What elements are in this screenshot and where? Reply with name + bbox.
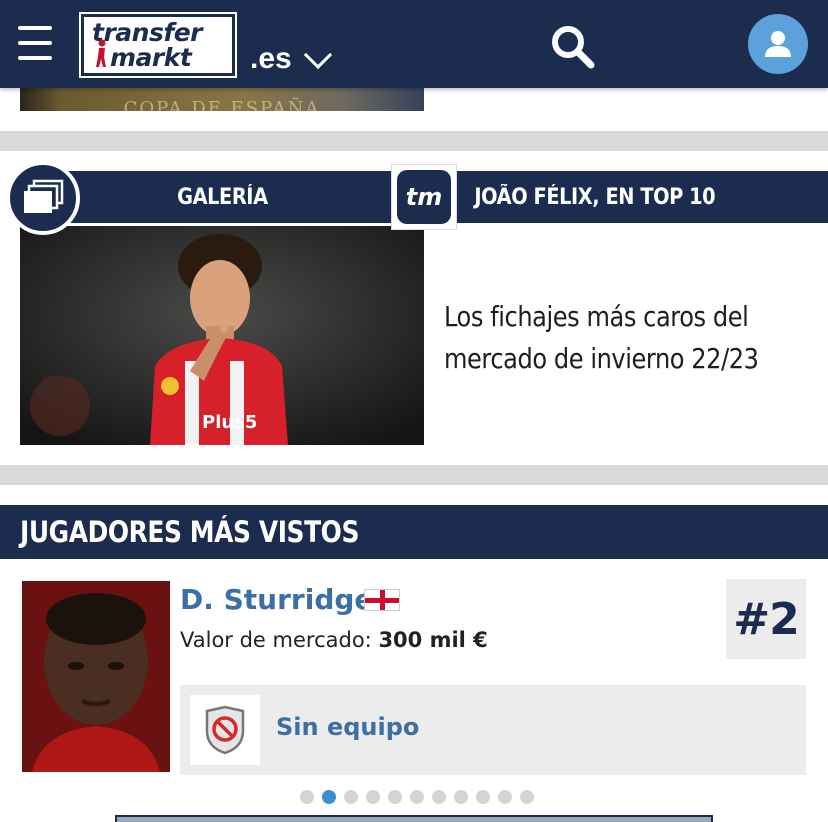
no-club-shield-icon: [205, 705, 245, 755]
no-club-crest-icon: [190, 695, 260, 765]
hamburger-menu-icon[interactable]: [18, 26, 54, 60]
carousel-pagination: [300, 790, 534, 804]
gallery-photo-joao-felix[interactable]: Plus5: [20, 226, 424, 445]
carousel-dot[interactable]: [454, 790, 468, 804]
carousel-dot[interactable]: [344, 790, 358, 804]
menu-bar: [18, 41, 52, 45]
logo-text-markt: markt: [92, 39, 232, 72]
transfermarkt-logo[interactable]: transfer markt: [79, 12, 237, 78]
most-viewed-section-header: JUGADORES MÁS VISTOS: [0, 505, 828, 559]
top-header: transfer markt .es: [0, 0, 828, 88]
carousel-dot[interactable]: [410, 790, 424, 804]
gallery-tag-banner[interactable]: JOÃO FÉLIX, EN TOP 10: [424, 171, 828, 223]
gallery-tag-label: JOÃO FÉLIX, EN TOP 10: [474, 184, 716, 210]
card-separator: [0, 465, 828, 485]
carousel-dot[interactable]: [520, 790, 534, 804]
carousel-dot[interactable]: [300, 790, 314, 804]
image-caption-text: COPA DE ESPAÑA: [123, 98, 321, 111]
logo-markt-word: markt: [110, 43, 192, 72]
player-photo-illustration: Plus5: [20, 226, 424, 445]
carousel-dot[interactable]: [432, 790, 446, 804]
gallery-category-banner[interactable]: GALERÍA: [20, 171, 424, 223]
gallery-stack-icon: [24, 179, 64, 213]
section-title: JUGADORES MÁS VISTOS: [20, 515, 359, 549]
club-name: Sin equipo: [276, 713, 420, 741]
player-portrait-illustration: [22, 581, 170, 772]
carousel-dot[interactable]: [322, 790, 336, 804]
user-icon: [765, 31, 791, 57]
england-flag-icon: [364, 589, 400, 611]
menu-bar: [18, 26, 52, 30]
market-value-label: Valor de mercado:: [180, 628, 372, 652]
shirt-sponsor-text: Plus5: [202, 412, 257, 433]
gallery-category-label: GALERÍA: [176, 184, 268, 210]
logo-text-transfer: transfer: [92, 18, 203, 47]
search-icon[interactable]: [548, 22, 596, 70]
menu-bar: [18, 56, 52, 60]
logo-player-figure-icon: [96, 39, 106, 67]
tm-badge-text: tm: [397, 170, 451, 224]
market-value: Valor de mercado: 300 mil €: [180, 628, 488, 652]
next-card-edge: [115, 815, 713, 822]
gallery-icon-badge: [6, 161, 80, 235]
player-club-link[interactable]: Sin equipo: [180, 685, 806, 775]
carousel-dot[interactable]: [388, 790, 402, 804]
player-rank-badge: #2: [726, 579, 806, 659]
gallery-headline-link[interactable]: Los fichajes más caros del mercado de in…: [444, 296, 762, 380]
carousel-dot[interactable]: [476, 790, 490, 804]
player-photo[interactable]: [22, 581, 170, 772]
domain-selector[interactable]: .es: [250, 40, 332, 76]
tm-badge: tm: [391, 164, 457, 230]
domain-label: .es: [250, 42, 292, 75]
carousel-dot[interactable]: [498, 790, 512, 804]
user-account-button[interactable]: [748, 14, 808, 74]
market-value-amount: 300 mil €: [378, 628, 488, 652]
card-separator: [0, 131, 828, 151]
player-name-link[interactable]: D. Sturridge: [180, 583, 373, 616]
carousel-dot[interactable]: [366, 790, 380, 804]
chevron-down-icon: [303, 40, 332, 70]
